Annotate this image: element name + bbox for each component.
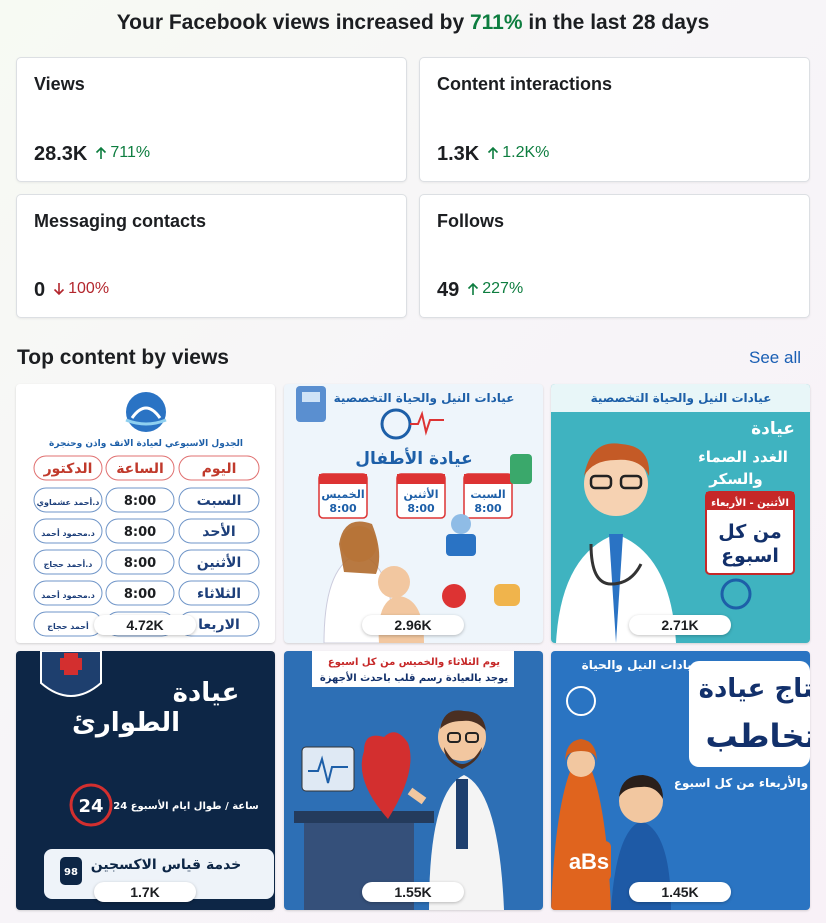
thumb5-line-1: يوم الثلاثاء والخميس من كل اسبوع: [328, 657, 500, 668]
metric-change-value: 100%: [68, 280, 110, 297]
schedule-day: الثلاثاء: [197, 586, 241, 602]
schedule-doc: د.محمود أحمد: [41, 590, 95, 600]
thumb3-title-1: عيادة: [751, 419, 795, 439]
schedule-doc: أحمد حجاج: [47, 621, 89, 631]
metric-change: 711%: [95, 144, 150, 162]
thumbnail-image: عيادات النيل والحياة التخصصية عيادة الأط…: [296, 386, 532, 643]
metric-title: Content interactions: [437, 74, 613, 94]
thumb4-hours: 24: [78, 796, 103, 817]
metric-value-row: 49 227%: [437, 279, 523, 302]
schedule-time: 8:00: [124, 556, 156, 571]
metric-card-views[interactable]: Views 28.3K 711%: [16, 57, 407, 182]
thumb6-title-2: تخاطب: [705, 717, 810, 755]
section-title-top-content: Top content by views: [17, 346, 229, 369]
headline-percent: 711%: [469, 11, 523, 34]
metric-value-row: 1.3K 1.2K%: [437, 143, 549, 166]
schedule-doc: د.أحمد حجاج: [44, 559, 93, 569]
thumb1-header: الجدول الاسبوعي لعيادة الانف واذن وحنجرة: [49, 439, 243, 449]
arrow-up-icon: [96, 146, 107, 159]
content-thumbnail-1[interactable]: الجدول الاسبوعي لعيادة الانف واذن وحنجرة…: [16, 384, 275, 643]
view-count-badge: 2.96K: [362, 615, 464, 635]
thumb5-line-2: يوجد بالعيادة رسم قلب باحدث الأجهزة: [320, 671, 508, 684]
schedule-day: السبت: [197, 493, 242, 509]
view-count-badge: 1.55K: [362, 882, 464, 902]
thumb6-header: عيادات النيل والحياة: [582, 658, 701, 673]
thumb2-day-1: الخميس: [321, 488, 364, 501]
view-count-badge: 1.7K: [94, 882, 196, 902]
thumb6-line: والأربعاء من كل اسبوع: [674, 775, 808, 791]
thumb3-weekly-1: من كل: [718, 521, 782, 543]
schedule-time: 8:00: [124, 525, 156, 540]
metric-change: 1.2K%: [487, 144, 549, 162]
metric-title: Follows: [437, 211, 504, 231]
thumb2-time-2: 8:00: [407, 502, 435, 515]
view-count-badge: 4.72K: [94, 615, 196, 635]
schedule-doc: د.محمود أحمد: [41, 528, 95, 538]
headline-suffix: in the last 28 days: [522, 11, 710, 34]
arrow-down-icon: [54, 283, 65, 296]
thumbnail-image: عيادات النيل والحياة نتاج عيادة تخاطب وا…: [551, 658, 810, 910]
thumb6-abc: aBs: [569, 849, 609, 874]
thumbnail-image: عيادات النيل والحياة التخصصية عيادة الغد…: [551, 384, 810, 643]
thumb4-title-1: عيادة: [173, 678, 240, 708]
metric-change: 100%: [53, 280, 109, 298]
thumb1-col-time: الساعة: [116, 461, 164, 477]
metric-change-value: 711%: [110, 144, 151, 161]
thumb2-day-3: السبت: [470, 488, 505, 501]
thumb1-col-day: اليوم: [202, 461, 237, 477]
see-all-link[interactable]: See all: [749, 348, 801, 368]
metric-title: Messaging contacts: [34, 211, 207, 231]
metric-card-content-interactions[interactable]: Content interactions 1.3K 1.2K%: [419, 57, 810, 182]
thumbnail-image: الجدول الاسبوعي لعيادة الانف واذن وحنجرة…: [33, 392, 260, 637]
thumb4-service: خدمة قياس الاكسجين: [91, 857, 242, 873]
thumb4-title-2: الطوارئ: [72, 708, 180, 738]
thumb4-num: 98: [64, 867, 78, 878]
view-count-badge: 2.71K: [629, 615, 731, 635]
schedule-time: 8:00: [124, 587, 156, 602]
thumb2-header: عيادات النيل والحياة التخصصية: [334, 391, 515, 406]
content-thumbnail-2[interactable]: عيادات النيل والحياة التخصصية عيادة الأط…: [284, 384, 543, 643]
thumbnail-image: يوم الثلاثاء والخميس من كل اسبوع يوجد با…: [294, 651, 514, 910]
thumb6-title-1: نتاج عيادة: [699, 674, 810, 704]
metric-value: 1.3K: [437, 143, 480, 165]
thumbnail-image: عيادة الطوارئ 24 24 ساعة / طوال ايام الأ…: [40, 651, 274, 899]
thumb3-weekly-2: اسبوع: [721, 545, 779, 567]
schedule-doc: د.أحمد عشماوي: [37, 497, 100, 507]
thumb2-time-1: 8:00: [329, 502, 357, 515]
metric-change-value: 1.2K%: [502, 144, 550, 161]
thumb3-header: عيادات النيل والحياة التخصصية: [591, 391, 772, 406]
metric-value-row: 28.3K 711%: [34, 143, 150, 166]
schedule-time: 8:00: [124, 494, 156, 509]
view-count-badge: 1.45K: [629, 882, 731, 902]
metric-title: Views: [34, 74, 85, 94]
headline-prefix: Your Facebook views increased by: [116, 11, 470, 34]
content-thumbnail-3[interactable]: عيادات النيل والحياة التخصصية عيادة الغد…: [551, 384, 810, 643]
thumb2-time-3: 8:00: [474, 502, 502, 515]
metric-card-follows[interactable]: Follows 49 227%: [419, 194, 810, 318]
content-thumbnail-6[interactable]: عيادات النيل والحياة نتاج عيادة تخاطب وا…: [551, 651, 810, 910]
thumb3-days: الأثنين - الأربعاء: [711, 496, 789, 509]
thumb3-title-3: والسكر: [708, 470, 762, 488]
content-thumbnail-5[interactable]: يوم الثلاثاء والخميس من كل اسبوع يوجد با…: [284, 651, 543, 910]
metric-value-row: 0 100%: [34, 279, 109, 302]
thumb4-line: 24 ساعة / طوال ايام الأسبوع: [113, 799, 259, 812]
metric-change-value: 227%: [482, 280, 524, 297]
schedule-day: الأحد: [202, 523, 235, 540]
content-thumbnail-4[interactable]: عيادة الطوارئ 24 24 ساعة / طوال ايام الأ…: [16, 651, 275, 910]
schedule-day: الأثنين: [197, 554, 242, 571]
metric-change: 227%: [467, 280, 523, 298]
metric-value: 0: [34, 279, 46, 301]
schedule-day: الاربعا: [198, 617, 240, 633]
arrow-up-icon: [468, 282, 479, 295]
thumb2-day-2: الأثنين: [404, 487, 439, 501]
thumb3-title-2: الغدد الصماء: [698, 448, 788, 466]
thumb2-title: عيادة الأطفال: [355, 448, 472, 469]
thumb1-col-doc: الدكتور: [43, 461, 93, 477]
arrow-up-icon: [488, 146, 499, 159]
page-headline: Your Facebook views increased by 711% in…: [0, 11, 826, 35]
metric-card-messaging-contacts[interactable]: Messaging contacts 0 100%: [16, 194, 407, 318]
metric-value: 28.3K: [34, 143, 88, 165]
metric-value: 49: [437, 279, 460, 301]
